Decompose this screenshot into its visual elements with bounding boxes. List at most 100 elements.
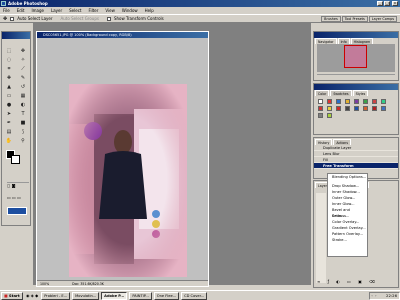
tab-swatches[interactable]: Swatches: [330, 90, 352, 96]
layer-visibility-column: [316, 193, 326, 283]
close-button[interactable]: x: [392, 1, 398, 6]
blur-icon[interactable]: ●: [3, 101, 15, 109]
menu-window[interactable]: Window: [121, 7, 139, 14]
window-title-bar: Adobe Photoshop: [0, 0, 400, 7]
start-label: Start: [8, 292, 20, 298]
gradient-icon[interactable]: ▦: [17, 92, 29, 100]
healing-icon[interactable]: ✚: [3, 74, 15, 82]
taskbar-item[interactable]: PAINTIP...: [129, 291, 152, 300]
document-title-bar[interactable]: DSC05651.JPG @ 100% (Background copy, RG…: [37, 32, 208, 38]
notes-icon[interactable]: ▤: [3, 128, 15, 136]
style-swatch[interactable]: [327, 99, 332, 104]
crop-icon[interactable]: ⌗: [3, 65, 15, 73]
history-brush-icon[interactable]: ↺: [17, 83, 29, 91]
minimize-button[interactable]: _: [377, 1, 383, 6]
style-swatch[interactable]: [354, 106, 359, 111]
style-swatch[interactable]: [372, 99, 377, 104]
menu-filter[interactable]: Filter: [87, 7, 99, 14]
document-status-bar: 100% Doc: 351.6K/820.3K: [37, 280, 208, 286]
marquee-icon[interactable]: ⬚: [3, 47, 15, 55]
menu-layer[interactable]: Layer: [50, 7, 63, 14]
style-swatch[interactable]: [318, 99, 323, 104]
path-select-icon[interactable]: ➤: [3, 110, 15, 118]
tab-tool-presets[interactable]: Tool Presets: [341, 15, 368, 22]
background-color-swatch[interactable]: [11, 155, 20, 164]
pen-icon[interactable]: ✒: [3, 119, 15, 127]
navigator-zoom-slider[interactable]: [317, 74, 395, 79]
eraser-icon[interactable]: ▭: [3, 92, 15, 100]
taskbar-item[interactable]: One Flee...: [153, 291, 180, 300]
style-swatch[interactable]: [327, 106, 332, 111]
taskbar: ■ Start ◉ ◈ ◆ Probleri - E... Movulatin.…: [0, 290, 400, 300]
menu-bar: File Edit Image Layer Select Filter View…: [0, 7, 400, 14]
move-icon[interactable]: ✥: [17, 47, 29, 55]
style-swatch[interactable]: [345, 99, 350, 104]
style-swatch[interactable]: [318, 113, 323, 118]
style-swatch[interactable]: [354, 99, 359, 104]
document-size: Doc: 351.6K/820.3K: [72, 282, 104, 286]
taskbar-item[interactable]: Movulatin...: [72, 291, 100, 300]
quick-launch-icons[interactable]: ◉ ◈ ◆: [25, 293, 39, 298]
styles-panel: Color Swatches Styles: [313, 83, 399, 135]
hand-icon[interactable]: ✋: [3, 137, 15, 145]
start-button[interactable]: ■ Start: [1, 291, 23, 300]
toolbox-header[interactable]: [2, 32, 30, 39]
menu-select[interactable]: Select: [68, 7, 82, 14]
history-list: Duplicate Layer Lens Blur Fill Free Tran…: [314, 145, 398, 169]
style-swatch[interactable]: [336, 99, 341, 104]
taskbar-item-active[interactable]: Adobe P...: [101, 291, 128, 300]
style-swatch[interactable]: [336, 106, 341, 111]
show-transform-controls-label: Show Transform Controls: [113, 16, 164, 21]
type-icon[interactable]: T: [17, 110, 29, 118]
menu-edit[interactable]: Edit: [16, 7, 26, 14]
document-title: DSC05651.JPG @ 100% (Background copy, RG…: [43, 33, 132, 37]
layer-panel-buttons[interactable]: ∞ ƒ ◐ ▭ ▣ ⌫: [317, 279, 395, 285]
taskbar-item[interactable]: Probleri - E...: [41, 291, 71, 300]
menu-view[interactable]: View: [104, 7, 116, 14]
menu-item-stroke[interactable]: Stroke...: [328, 237, 367, 243]
show-transform-controls-checkbox[interactable]: [106, 16, 111, 21]
photo-canvas: [69, 84, 187, 277]
auto-select-layer-checkbox[interactable]: [10, 16, 15, 21]
auto-select-layer-label: Auto Select Layer: [17, 16, 53, 21]
maximize-button[interactable]: □: [384, 1, 390, 6]
mode-icons[interactable]: ◻ ◙: [7, 182, 29, 188]
style-swatch[interactable]: [345, 106, 350, 111]
magic-wand-icon[interactable]: ✧: [17, 56, 29, 64]
brush-icon[interactable]: ✎: [17, 74, 29, 82]
style-swatch[interactable]: [372, 106, 377, 111]
clock[interactable]: 22:26: [386, 293, 397, 298]
stamp-icon[interactable]: ▲: [3, 83, 15, 91]
tab-color[interactable]: Color: [315, 90, 330, 96]
tray-icons[interactable]: ◦ ◦: [370, 293, 377, 299]
zoom-icon[interactable]: ⚲: [17, 137, 29, 145]
move-tool-icon: ✥: [3, 15, 8, 22]
lasso-icon[interactable]: ◌: [3, 56, 15, 64]
zoom-level[interactable]: 100%: [40, 282, 49, 286]
shape-icon[interactable]: ■: [17, 119, 29, 127]
tab-layer-comps[interactable]: Layer Comps: [368, 15, 397, 22]
style-swatch[interactable]: [363, 99, 368, 104]
slice-icon[interactable]: ⟋: [17, 65, 29, 73]
eyedropper-icon[interactable]: ⟆: [17, 128, 29, 136]
style-swatch[interactable]: [381, 106, 386, 111]
menu-help[interactable]: Help: [144, 7, 155, 14]
tab-brushes[interactable]: Brushes: [321, 15, 341, 22]
menu-item-blending-options[interactable]: Blending Options...: [328, 174, 367, 180]
dodge-icon[interactable]: ◐: [17, 101, 29, 109]
canvas-image[interactable]: [69, 84, 187, 277]
taskbar-item[interactable]: CD Cover...: [181, 291, 208, 300]
windows-logo-icon: ■: [4, 292, 8, 298]
toolbox: ⬚ ✥ ◌ ✧ ⌗ ⟋ ✚ ✎ ▲ ↺ ▭ ▦ ● ◐ ➤ T ✒ ■ ▤ ⟆ …: [1, 31, 31, 226]
history-item-selected[interactable]: Free Transform: [314, 163, 398, 169]
style-swatch[interactable]: [327, 113, 332, 118]
imageready-icon[interactable]: [7, 207, 27, 215]
menu-image[interactable]: Image: [30, 7, 45, 14]
style-swatch[interactable]: [363, 106, 368, 111]
style-swatch[interactable]: [381, 99, 386, 104]
style-swatch[interactable]: [318, 106, 323, 111]
screen-mode-icons[interactable]: ▭ ▭ ▭: [7, 195, 29, 201]
menu-file[interactable]: File: [2, 7, 11, 14]
navigator-thumbnail[interactable]: [344, 45, 367, 68]
tab-styles[interactable]: Styles: [352, 90, 369, 96]
